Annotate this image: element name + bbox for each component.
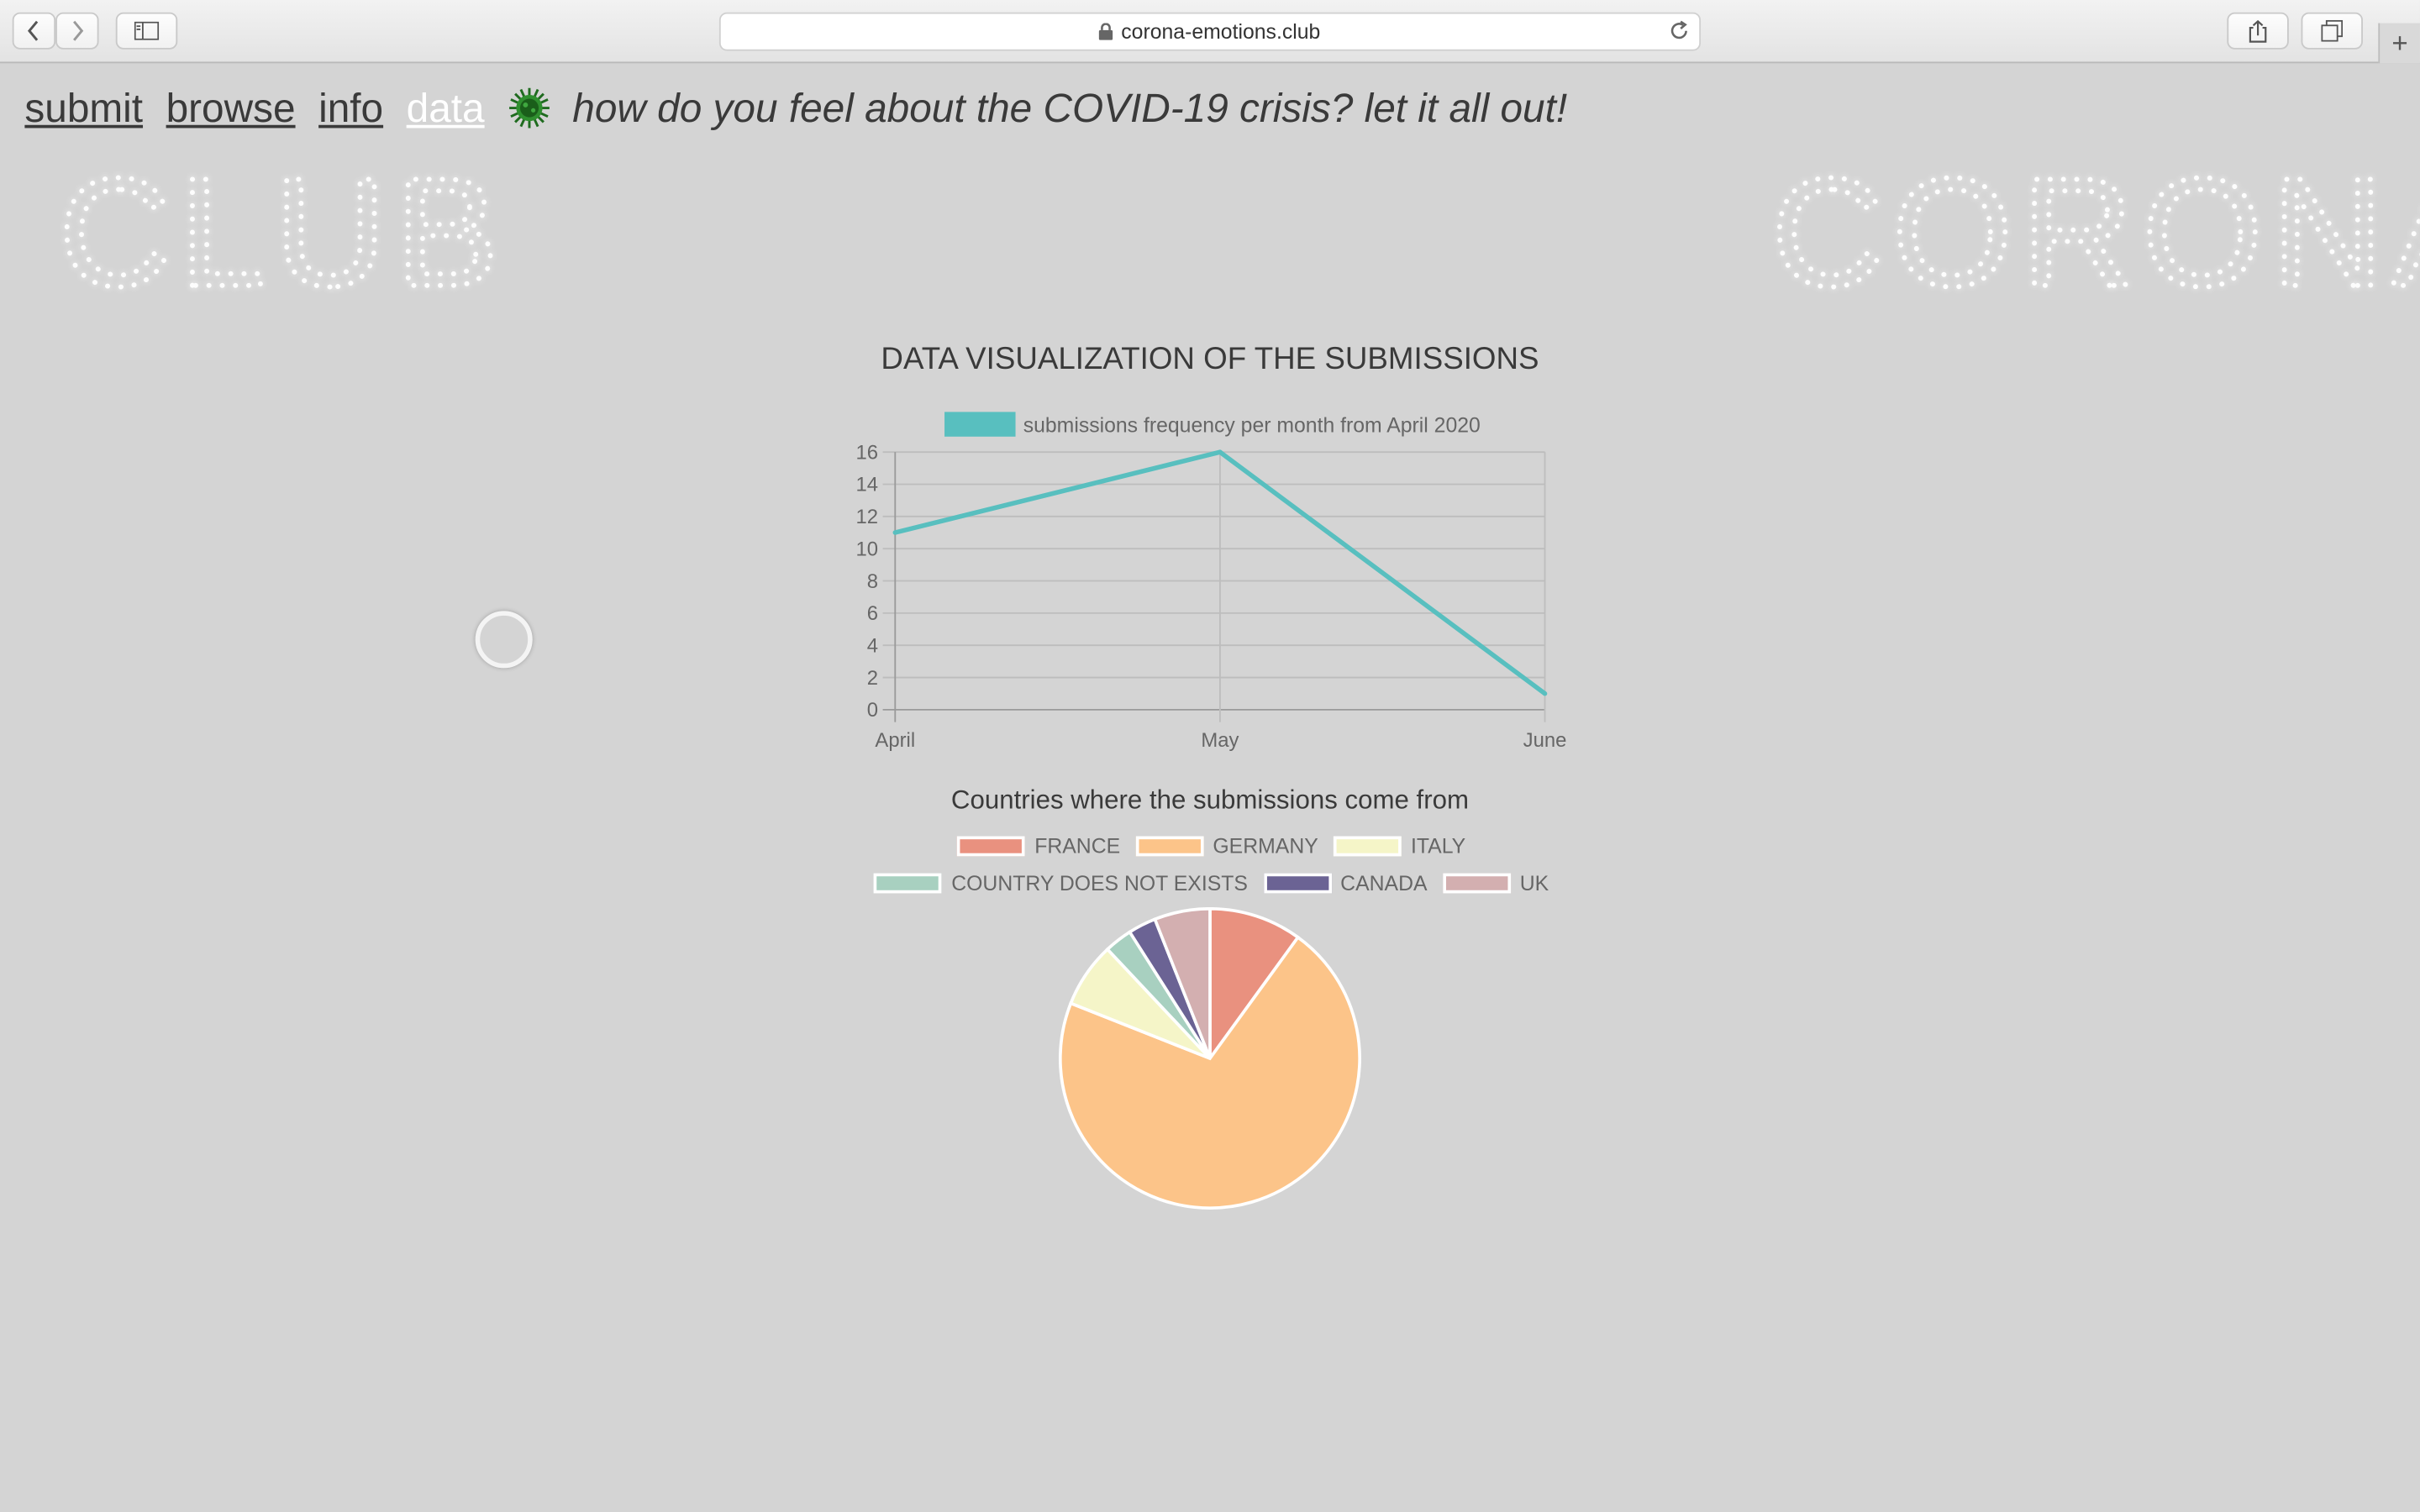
new-tab-button[interactable]: + bbox=[2378, 23, 2420, 64]
virus-icon bbox=[508, 87, 550, 129]
y-tick-label: 6 bbox=[867, 602, 878, 625]
chevron-left-icon bbox=[27, 20, 39, 41]
pie-legend-item[interactable]: COUNTRY DOES NOT EXISTS bbox=[874, 870, 1248, 895]
marquee-text: CORONA EMOTIONS CLUB CORONA EMOTIONS CLU… bbox=[0, 155, 2420, 309]
y-tick-label: 10 bbox=[856, 538, 879, 560]
legend-label: GERMANY bbox=[1213, 833, 1318, 858]
x-tick-label: April bbox=[875, 729, 915, 752]
cursor-indicator bbox=[475, 611, 533, 669]
legend-label: CANADA bbox=[1340, 870, 1428, 895]
sidebar-button[interactable] bbox=[115, 12, 178, 50]
tabs-icon bbox=[2321, 19, 2344, 42]
nav-link-data[interactable]: data bbox=[407, 84, 485, 132]
x-tick-label: June bbox=[1523, 729, 1567, 752]
y-tick-label: 8 bbox=[867, 570, 878, 593]
pie-legend-item[interactable]: UK bbox=[1442, 870, 1549, 895]
pie-chart-title: Countries where the submissions come fro… bbox=[950, 785, 1469, 815]
pie-legend-item[interactable]: GERMANY bbox=[1135, 833, 1318, 858]
legend-label: COUNTRY DOES NOT EXISTS bbox=[951, 870, 1248, 895]
legend-swatch bbox=[1263, 872, 1332, 893]
nav-link-info[interactable]: info bbox=[318, 84, 383, 132]
y-tick-label: 14 bbox=[856, 474, 879, 496]
x-tick-label: May bbox=[1201, 729, 1239, 752]
nav-link-browse[interactable]: browse bbox=[166, 84, 296, 132]
url-text: corona-emotions.club bbox=[1121, 19, 1321, 44]
legend-label: UK bbox=[1519, 870, 1549, 895]
back-button[interactable] bbox=[12, 12, 56, 50]
y-tick-label: 16 bbox=[856, 441, 879, 464]
legend-swatch bbox=[1334, 835, 1402, 856]
plus-icon: + bbox=[2391, 27, 2408, 58]
line-legend: submissions frequency per month from Apr… bbox=[944, 412, 1481, 437]
data-point[interactable] bbox=[892, 530, 898, 535]
y-tick-label: 2 bbox=[867, 667, 878, 690]
browser-toolbar: corona-emotions.club + bbox=[0, 0, 2420, 64]
svg-text:CORONA EMOTIONS CLUB: CORONA EMOTIONS CLUB bbox=[0, 155, 508, 309]
legend-swatch bbox=[944, 412, 1016, 437]
tagline: how do you feel about the COVID-19 crisi… bbox=[572, 84, 1568, 131]
legend-label: FRANCE bbox=[1034, 833, 1121, 858]
pie-legend-row: FRANCE GERMANY ITALY bbox=[771, 827, 1651, 864]
legend-swatch bbox=[874, 872, 943, 893]
y-tick-label: 12 bbox=[856, 506, 879, 528]
site-nav: submit browse info data how do you feel … bbox=[24, 81, 1567, 136]
y-tick-label: 4 bbox=[867, 634, 878, 657]
legend-label: submissions frequency per month from Apr… bbox=[1023, 414, 1481, 437]
data-point[interactable] bbox=[1542, 690, 1548, 696]
page-title: DATA VISUALIZATION OF THE SUBMISSIONS bbox=[881, 342, 1539, 377]
pie-legend-item[interactable]: CANADA bbox=[1263, 870, 1428, 895]
sidebar-icon bbox=[134, 21, 160, 40]
chevron-right-icon bbox=[73, 20, 84, 41]
share-icon bbox=[2249, 18, 2267, 42]
marquee-banner: CORONA EMOTIONS CLUB CORONA EMOTIONS CLU… bbox=[0, 155, 2420, 309]
nav-link-submit[interactable]: submit bbox=[24, 84, 143, 132]
pie-legend-row: COUNTRY DOES NOT EXISTS CANADA UK bbox=[771, 864, 1651, 901]
svg-text:CORONA EMOTIONS CLUB: CORONA EMOTIONS CLUB bbox=[1772, 155, 2420, 309]
forward-button[interactable] bbox=[55, 12, 99, 50]
tabs-button[interactable] bbox=[2301, 12, 2363, 50]
pie-legend: FRANCE GERMANY ITALY COUNTRY DOES NOT EXIST… bbox=[771, 827, 1651, 900]
address-bar[interactable]: corona-emotions.club bbox=[718, 12, 1702, 51]
legend-swatch bbox=[1135, 835, 1204, 856]
pie-legend-item[interactable]: ITALY bbox=[1334, 833, 1466, 858]
legend-label: ITALY bbox=[1410, 833, 1466, 858]
legend-swatch bbox=[957, 835, 1026, 856]
data-point[interactable] bbox=[1218, 449, 1223, 454]
share-button[interactable] bbox=[2227, 12, 2289, 50]
y-tick-label: 0 bbox=[867, 699, 878, 722]
legend-swatch bbox=[1442, 872, 1511, 893]
pie-legend-item[interactable]: FRANCE bbox=[957, 833, 1121, 858]
pie-chart bbox=[1058, 906, 1361, 1210]
lock-icon bbox=[1099, 23, 1114, 40]
reload-icon[interactable] bbox=[1668, 20, 1690, 42]
line-chart: submissions frequency per month from Apr… bbox=[856, 412, 1567, 752]
